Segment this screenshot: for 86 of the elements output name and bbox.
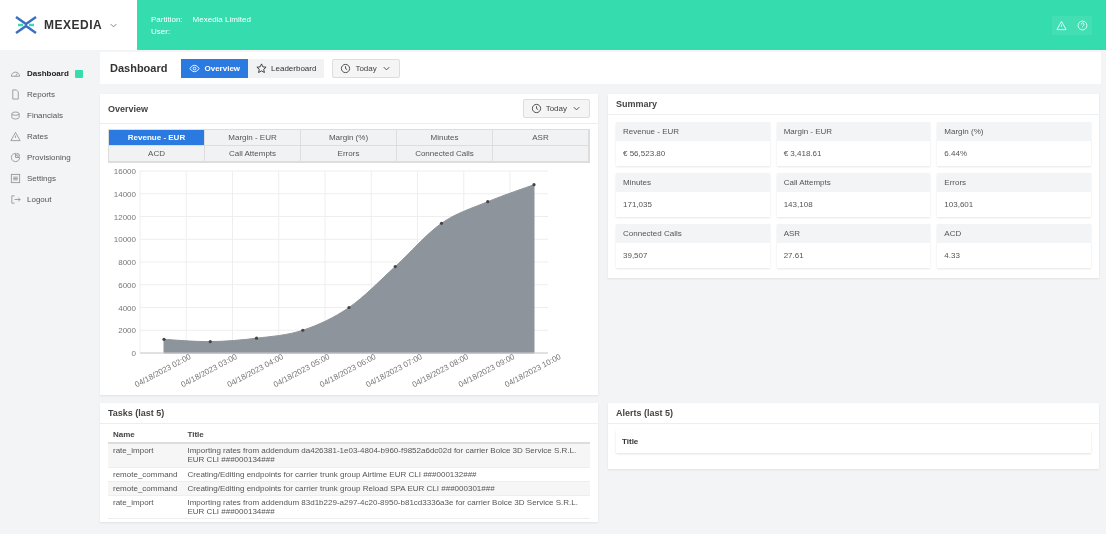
pie-chart-icon (10, 152, 21, 163)
sidebar-item[interactable]: Provisioning (10, 150, 97, 165)
stat-value: 39,507 (622, 250, 649, 262)
metric-tab[interactable]: ASR (493, 130, 589, 146)
data-point (532, 183, 536, 187)
card-title: Tasks (last 5) (108, 408, 165, 418)
logo-icon (14, 15, 38, 35)
data-point (254, 336, 259, 340)
table-cell: Importing rates from addendum 83d1b229-a297-4c20-8950-b81cd3336a3e for carrier Bolce 3D Service S.R.L. EUR CLI ###000134### (182, 495, 590, 519)
stat-label: ACD (937, 224, 1091, 243)
star-icon (256, 62, 268, 74)
data-point (208, 340, 212, 344)
logout-icon (10, 194, 21, 205)
metric-tab[interactable]: Margin (%) (301, 130, 397, 146)
metric-tab[interactable]: Errors (301, 146, 397, 162)
tab[interactable]: Leaderboard (248, 58, 325, 78)
stat-value: 143,108 (782, 199, 814, 211)
y-tick-label: 2000 (118, 326, 136, 336)
eye-icon (189, 62, 201, 74)
sidebar-item[interactable]: Financials (10, 108, 97, 123)
y-tick-label: 4000 (118, 303, 136, 313)
y-tick-label: 14000 (113, 189, 136, 199)
data-point (486, 200, 490, 204)
stat-label: Call Attempts (776, 173, 931, 192)
table-cell: Creating/Editing endpoints for carrier trunk group Airtime EUR CLI ###000132### (182, 467, 590, 482)
column-header: Title (616, 430, 1091, 453)
stat-value: 4.33 (943, 250, 961, 262)
data-point (162, 337, 166, 341)
user-label: User: (151, 26, 172, 36)
stat-label: ASR (776, 224, 931, 243)
metric-tab[interactable]: Minutes (397, 130, 493, 146)
data-point (439, 221, 444, 225)
metric-tab[interactable]: Margin - EUR (205, 130, 301, 146)
brand-name: MEXEDIA (44, 18, 103, 32)
sidebar-item[interactable]: Logout (10, 192, 97, 207)
sidebar-item[interactable]: Reports (10, 87, 97, 102)
stat-value: 6.44% (943, 148, 968, 160)
stat-value: € 3,418.61 (782, 148, 823, 160)
stat-value: € 56,523.80 (622, 148, 667, 160)
clock-icon (530, 103, 542, 114)
partition-value: Mexedia Limited (192, 14, 251, 24)
data-point (347, 305, 351, 310)
table-cell: remote_command (108, 467, 183, 482)
stat-label: Connected Calls (616, 224, 770, 243)
help-icon (1077, 19, 1088, 31)
card-title: Summary (616, 99, 658, 109)
stat-value: 171,035 (622, 199, 653, 211)
stat-label: Minutes (616, 173, 770, 192)
metric-tab[interactable]: Connected Calls (397, 146, 493, 162)
metric-tab[interactable]: Revenue - EUR (109, 130, 205, 146)
stat-value: 103,601 (943, 199, 975, 211)
warning-icon (10, 131, 21, 142)
table-cell: rate_import (108, 495, 183, 519)
metric-tab[interactable]: ACD (109, 146, 205, 162)
sidebar-item[interactable]: Settings (10, 171, 97, 186)
tab[interactable]: Overview (181, 58, 249, 78)
y-tick-label: 0 (131, 349, 136, 358)
partition-label: Partition: (151, 14, 183, 24)
stat-value: 27.61 (782, 250, 805, 262)
y-tick-label: 8000 (118, 258, 136, 267)
table-cell: rate_import (108, 443, 183, 468)
coins-icon (10, 110, 21, 121)
stat-label: Margin - EUR (776, 122, 931, 141)
stat-label: Revenue - EUR (616, 122, 770, 141)
sidebar-item[interactable]: Rates (10, 129, 97, 144)
document-icon (10, 89, 21, 100)
list-icon (10, 173, 21, 184)
y-tick-label: 6000 (118, 280, 136, 290)
stat-label: Margin (%) (937, 122, 1091, 141)
gauge-icon (10, 68, 21, 79)
period-dropdown[interactable]: Today (522, 99, 590, 118)
table-cell: Importing rates from addendum da426381-1e03-4804-b960-f9852a6dc02d for carrier Bolce 3D Service S.R.L. EUR CLI ###000134### (182, 443, 590, 468)
sidebar-item[interactable]: Dashboard (10, 66, 97, 81)
card-title: Overview (108, 103, 149, 114)
card-title: Alerts (last 5) (616, 408, 674, 418)
data-point (393, 264, 397, 269)
data-point (301, 328, 305, 332)
y-tick-label: 12000 (113, 212, 136, 222)
page-title: Dashboard (110, 62, 168, 74)
metric-tab[interactable]: Call Attempts (205, 146, 301, 162)
stat-label: Errors (937, 173, 1091, 192)
clock-icon (340, 62, 352, 74)
warning-icon (1056, 19, 1067, 31)
y-tick-label: 10000 (113, 235, 136, 245)
period-dropdown[interactable]: Today (332, 58, 400, 78)
y-tick-label: 16000 (113, 167, 136, 176)
